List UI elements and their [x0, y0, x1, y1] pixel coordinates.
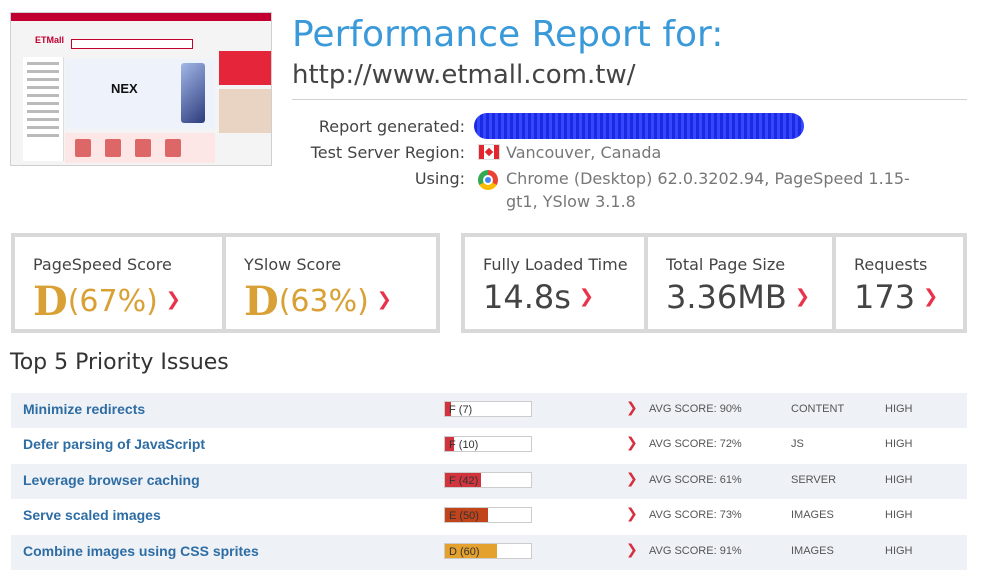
page-screenshot-thumbnail: ETMall NEX: [10, 12, 272, 166]
issue-priority: HIGH: [885, 403, 913, 415]
issue-avg-score: AVG SCORE: 61%: [649, 473, 742, 486]
pagespeed-value: (67%): [67, 284, 158, 319]
thumb-promo-secondary: [219, 89, 271, 133]
chevron-down-icon: ❯: [376, 289, 392, 310]
thumb-logo: ETMall: [35, 35, 65, 45]
issue-score-text: F (42): [449, 474, 479, 487]
issue-score-bar: E (50): [444, 507, 532, 524]
issue-score-text: D (60): [449, 545, 480, 558]
fully-loaded-value: 14.8s: [483, 278, 571, 316]
thumb-hero-text: NEX: [111, 81, 138, 96]
yslow-value: (63%): [278, 284, 369, 319]
thumb-phone-image: [181, 63, 205, 123]
chevron-down-icon: ❯: [626, 470, 638, 487]
canada-flag-icon: [478, 144, 500, 160]
pagespeed-label: PageSpeed Score: [33, 255, 172, 274]
thumb-product-strip: [65, 133, 215, 163]
issue-score-text: F (7): [449, 404, 473, 416]
yslow-label: YSlow Score: [244, 255, 342, 274]
issue-score-bar: F (42): [444, 471, 532, 488]
chevron-down-icon: ❯: [626, 435, 638, 452]
issue-priority: HIGH: [885, 473, 913, 486]
chevron-down-icon: ❯: [165, 289, 181, 310]
chevron-down-icon: ❯: [626, 506, 638, 523]
thumb-topbar: [11, 13, 271, 21]
issue-type: IMAGES: [791, 509, 834, 522]
thumb-nav: [23, 57, 64, 161]
fully-loaded-card[interactable]: Fully Loaded Time 14.8s ❯: [465, 237, 644, 329]
issue-avg-score: AVG SCORE: 90%: [649, 403, 742, 415]
issue-type: CONTENT: [791, 403, 845, 415]
report-generated-label: Report generated:: [318, 117, 465, 136]
page-size-value: 3.36MB: [666, 278, 787, 316]
issue-row[interactable]: Leverage browser caching F (42) ❯ AVG SC…: [11, 463, 967, 500]
chevron-down-icon: ❯: [626, 400, 638, 416]
report-url: http://www.etmall.com.tw/: [292, 60, 636, 90]
requests-card[interactable]: Requests 173 ❯: [836, 237, 963, 329]
issue-score-bar: F (7): [444, 401, 532, 417]
issue-score-text: F (10): [449, 439, 479, 452]
metrics-panel: Fully Loaded Time 14.8s ❯ Total Page Size…: [461, 233, 967, 333]
using-value-line1: Chrome (Desktop) 62.0.3202.94, PageSpeed…: [506, 169, 910, 188]
issue-type: JS: [791, 438, 804, 451]
pagespeed-grade: D: [33, 278, 68, 325]
issue-name-link[interactable]: Leverage browser caching: [23, 472, 200, 488]
issue-avg-score: AVG SCORE: 72%: [649, 438, 742, 451]
issues-section-title: Top 5 Priority Issues: [10, 350, 229, 375]
issue-row[interactable]: Defer parsing of JavaScript F (10) ❯ AVG…: [11, 428, 967, 463]
header-divider: [292, 99, 967, 100]
issue-score-bar: F (10): [444, 436, 532, 453]
issue-name-link[interactable]: Defer parsing of JavaScript: [23, 436, 205, 452]
page-size-card[interactable]: Total Page Size 3.36MB ❯: [648, 237, 832, 329]
thumb-search: [71, 39, 193, 49]
issue-priority: HIGH: [885, 509, 913, 522]
issue-priority: HIGH: [885, 544, 913, 557]
issue-avg-score: AVG SCORE: 73%: [649, 509, 742, 522]
fully-loaded-label: Fully Loaded Time: [483, 255, 628, 274]
issue-type: SERVER: [791, 473, 837, 486]
region-label: Test Server Region:: [310, 143, 465, 162]
requests-value: 173: [854, 278, 916, 316]
redacted-date: [474, 113, 804, 139]
page-title: Performance Report for:: [292, 14, 724, 55]
issue-name-link[interactable]: Serve scaled images: [23, 507, 161, 523]
grades-panel: PageSpeed Score D(67%) ❯ YSlow Score D(63…: [11, 233, 440, 333]
chevron-down-icon: ❯: [626, 541, 638, 558]
using-value-line2: gt1, YSlow 3.1.8: [506, 192, 636, 211]
issue-priority: HIGH: [885, 438, 913, 451]
issue-type: IMAGES: [791, 544, 834, 557]
thumb-promo: [219, 51, 271, 85]
issue-name-link[interactable]: Minimize redirects: [23, 401, 145, 417]
chevron-down-icon: ❯: [578, 286, 595, 307]
page-size-label: Total Page Size: [666, 255, 786, 274]
issue-name-link[interactable]: Combine images using CSS sprites: [23, 543, 259, 559]
region-value: Vancouver, Canada: [506, 143, 662, 162]
issue-avg-score: AVG SCORE: 91%: [649, 544, 742, 557]
chrome-icon: [478, 170, 498, 190]
yslow-score-card[interactable]: YSlow Score D(63%) ❯: [226, 237, 436, 329]
requests-label: Requests: [854, 255, 928, 274]
issue-score-text: E (50): [449, 510, 479, 523]
yslow-grade: D: [244, 278, 279, 325]
issue-row[interactable]: Minimize redirects F (7) ❯ AVG SCORE: 90…: [11, 393, 967, 429]
chevron-down-icon: ❯: [794, 286, 810, 307]
issues-table: Minimize redirects F (7) ❯ AVG SCORE: 90…: [11, 393, 967, 570]
pagespeed-score-card[interactable]: PageSpeed Score D(67%) ❯: [15, 237, 222, 329]
issue-score-bar: D (60): [444, 542, 532, 559]
issue-row[interactable]: Combine images using CSS sprites D (60) …: [11, 534, 967, 570]
chevron-down-icon: ❯: [923, 286, 939, 307]
using-label: Using:: [414, 169, 465, 188]
issue-row[interactable]: Serve scaled images E (50) ❯ AVG SCORE: …: [11, 499, 967, 534]
